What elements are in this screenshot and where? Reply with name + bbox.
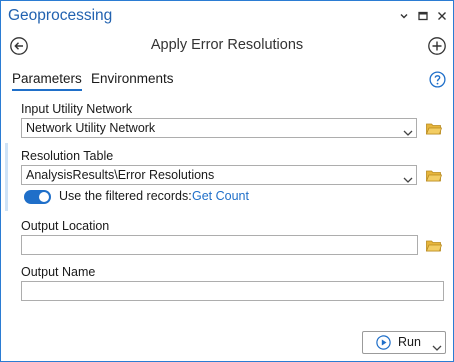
geoprocessing-pane: Geoprocessing Apply Error Resolutions Pa…: [0, 0, 454, 362]
add-icon[interactable]: [427, 36, 447, 56]
pane-titlebar: Geoprocessing: [1, 1, 453, 31]
restore-icon[interactable]: [417, 10, 429, 22]
close-icon[interactable]: [436, 10, 448, 22]
resolution-table-label: Resolution Table: [21, 149, 114, 163]
help-icon[interactable]: [429, 71, 446, 88]
play-icon: [376, 335, 391, 350]
output-name-label: Output Name: [21, 265, 96, 279]
input-utility-network-select[interactable]: Network Utility Network: [21, 118, 417, 138]
get-count-link[interactable]: Get Count: [192, 189, 249, 203]
browse-folder-icon[interactable]: [425, 239, 443, 252]
output-name-input[interactable]: [21, 281, 444, 301]
run-label: Run: [398, 335, 421, 349]
tab-bar: Parameters Environments: [1, 69, 453, 91]
pane-title: Geoprocessing: [8, 7, 113, 24]
output-location-label: Output Location: [21, 219, 110, 233]
chevron-down-icon[interactable]: [432, 339, 442, 351]
input-utility-network-value: Network Utility Network: [26, 121, 156, 135]
filtered-records-toggle[interactable]: [24, 190, 51, 204]
chevron-down-icon[interactable]: [398, 10, 410, 22]
active-parameter-marker: [5, 143, 8, 211]
input-utility-network-label: Input Utility Network: [21, 102, 133, 116]
tab-environments[interactable]: Environments: [91, 71, 174, 86]
toggle-knob: [39, 192, 49, 202]
chevron-down-icon: [403, 124, 413, 136]
run-button[interactable]: Run: [362, 331, 446, 354]
browse-folder-icon[interactable]: [425, 122, 443, 135]
filtered-records-label: Use the filtered records:: [59, 189, 192, 203]
filtered-records-row: Use the filtered records: Get Count: [21, 188, 441, 206]
output-location-input[interactable]: [21, 235, 418, 255]
chevron-down-icon: [403, 171, 413, 183]
tool-header: Apply Error Resolutions: [1, 33, 453, 59]
resolution-table-value: AnalysisResults\Error Resolutions: [26, 168, 215, 182]
browse-folder-icon[interactable]: [425, 169, 443, 182]
resolution-table-select[interactable]: AnalysisResults\Error Resolutions: [21, 165, 417, 185]
active-tab-indicator: [12, 89, 82, 91]
tool-title: Apply Error Resolutions: [150, 37, 304, 53]
tab-parameters[interactable]: Parameters: [12, 71, 82, 86]
